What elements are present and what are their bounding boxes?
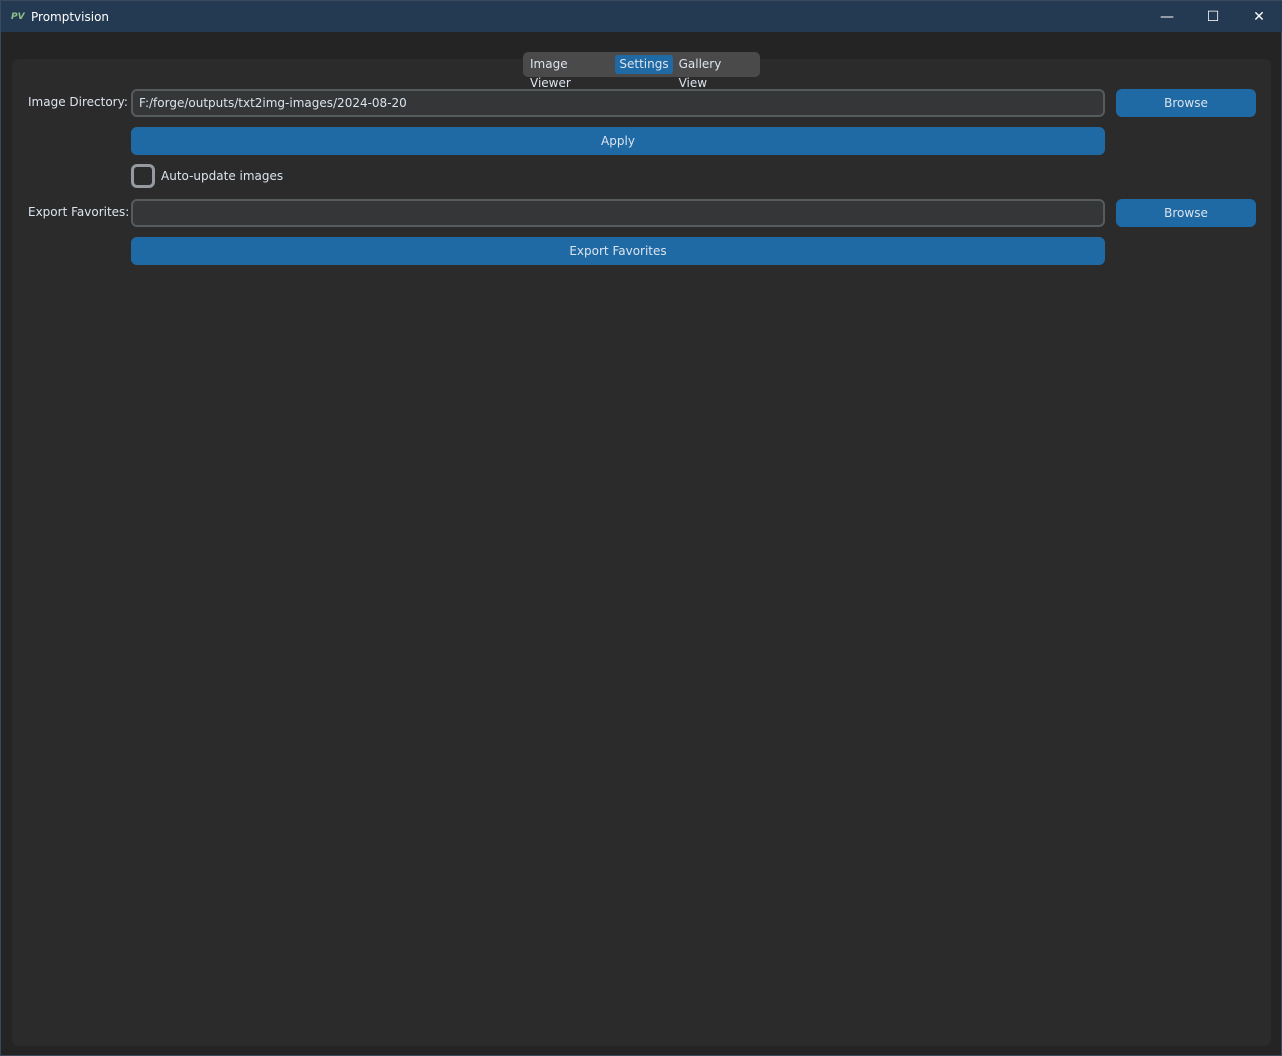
export-favorites-input[interactable] — [131, 199, 1105, 227]
export-favorites-button[interactable]: Export Favorites — [131, 237, 1105, 265]
image-directory-input[interactable]: F:/forge/outputs/txt2img-images/2024-08-… — [131, 89, 1105, 117]
tab-settings[interactable]: Settings — [615, 55, 673, 74]
auto-update-label[interactable]: Auto-update images — [161, 169, 283, 183]
export-favorites-label: Export Favorites: — [28, 205, 130, 219]
minimize-icon[interactable]: — — [1144, 1, 1190, 32]
tab-bar: Image Viewer Settings Gallery View — [523, 52, 760, 90]
maximize-icon[interactable]: ☐ — [1190, 1, 1236, 32]
tab-image-viewer[interactable]: Image Viewer — [526, 55, 613, 90]
close-icon[interactable]: ✕ — [1236, 1, 1282, 32]
browse-image-directory-button[interactable]: Browse — [1116, 89, 1256, 117]
apply-button[interactable]: Apply — [131, 127, 1105, 155]
browse-export-button[interactable]: Browse — [1116, 199, 1256, 227]
title-bar: PV Promptvision — [1, 1, 1282, 32]
auto-update-checkbox[interactable] — [131, 164, 155, 188]
window-title: Promptvision — [31, 9, 110, 24]
image-directory-label: Image Directory: — [28, 95, 128, 109]
app-logo: PV — [11, 11, 25, 22]
tab-gallery-view[interactable]: Gallery View — [675, 55, 755, 90]
